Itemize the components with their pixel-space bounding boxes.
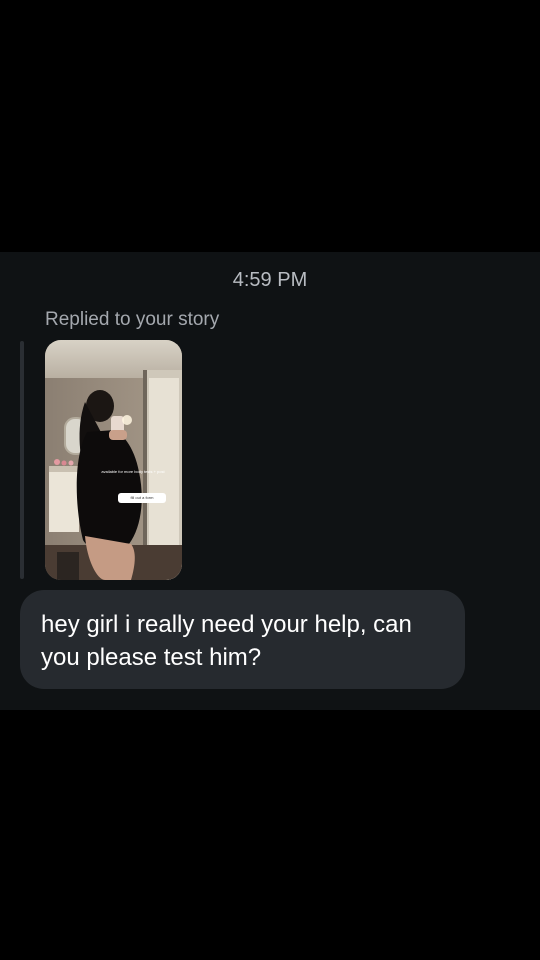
message-timestamp: 4:59 PM xyxy=(232,269,308,291)
chat-panel: 4:59 PM Replied to your story available … xyxy=(0,252,540,710)
story-thumbnail[interactable]: available for more body tests + post fil… xyxy=(45,340,182,580)
story-link-sticker: fill out a form xyxy=(118,493,166,503)
message-bubble[interactable]: hey girl i really need your help, can yo… xyxy=(20,590,465,689)
story-reply-label: Replied to your story xyxy=(45,309,220,330)
screenshot: 4:59 PM Replied to your story available … xyxy=(0,0,540,960)
story-image xyxy=(45,340,182,580)
story-caption: available for more body tests + post xyxy=(101,469,165,474)
message-text: hey girl i really need your help, can yo… xyxy=(41,611,412,671)
reply-indicator-bar xyxy=(20,341,24,579)
